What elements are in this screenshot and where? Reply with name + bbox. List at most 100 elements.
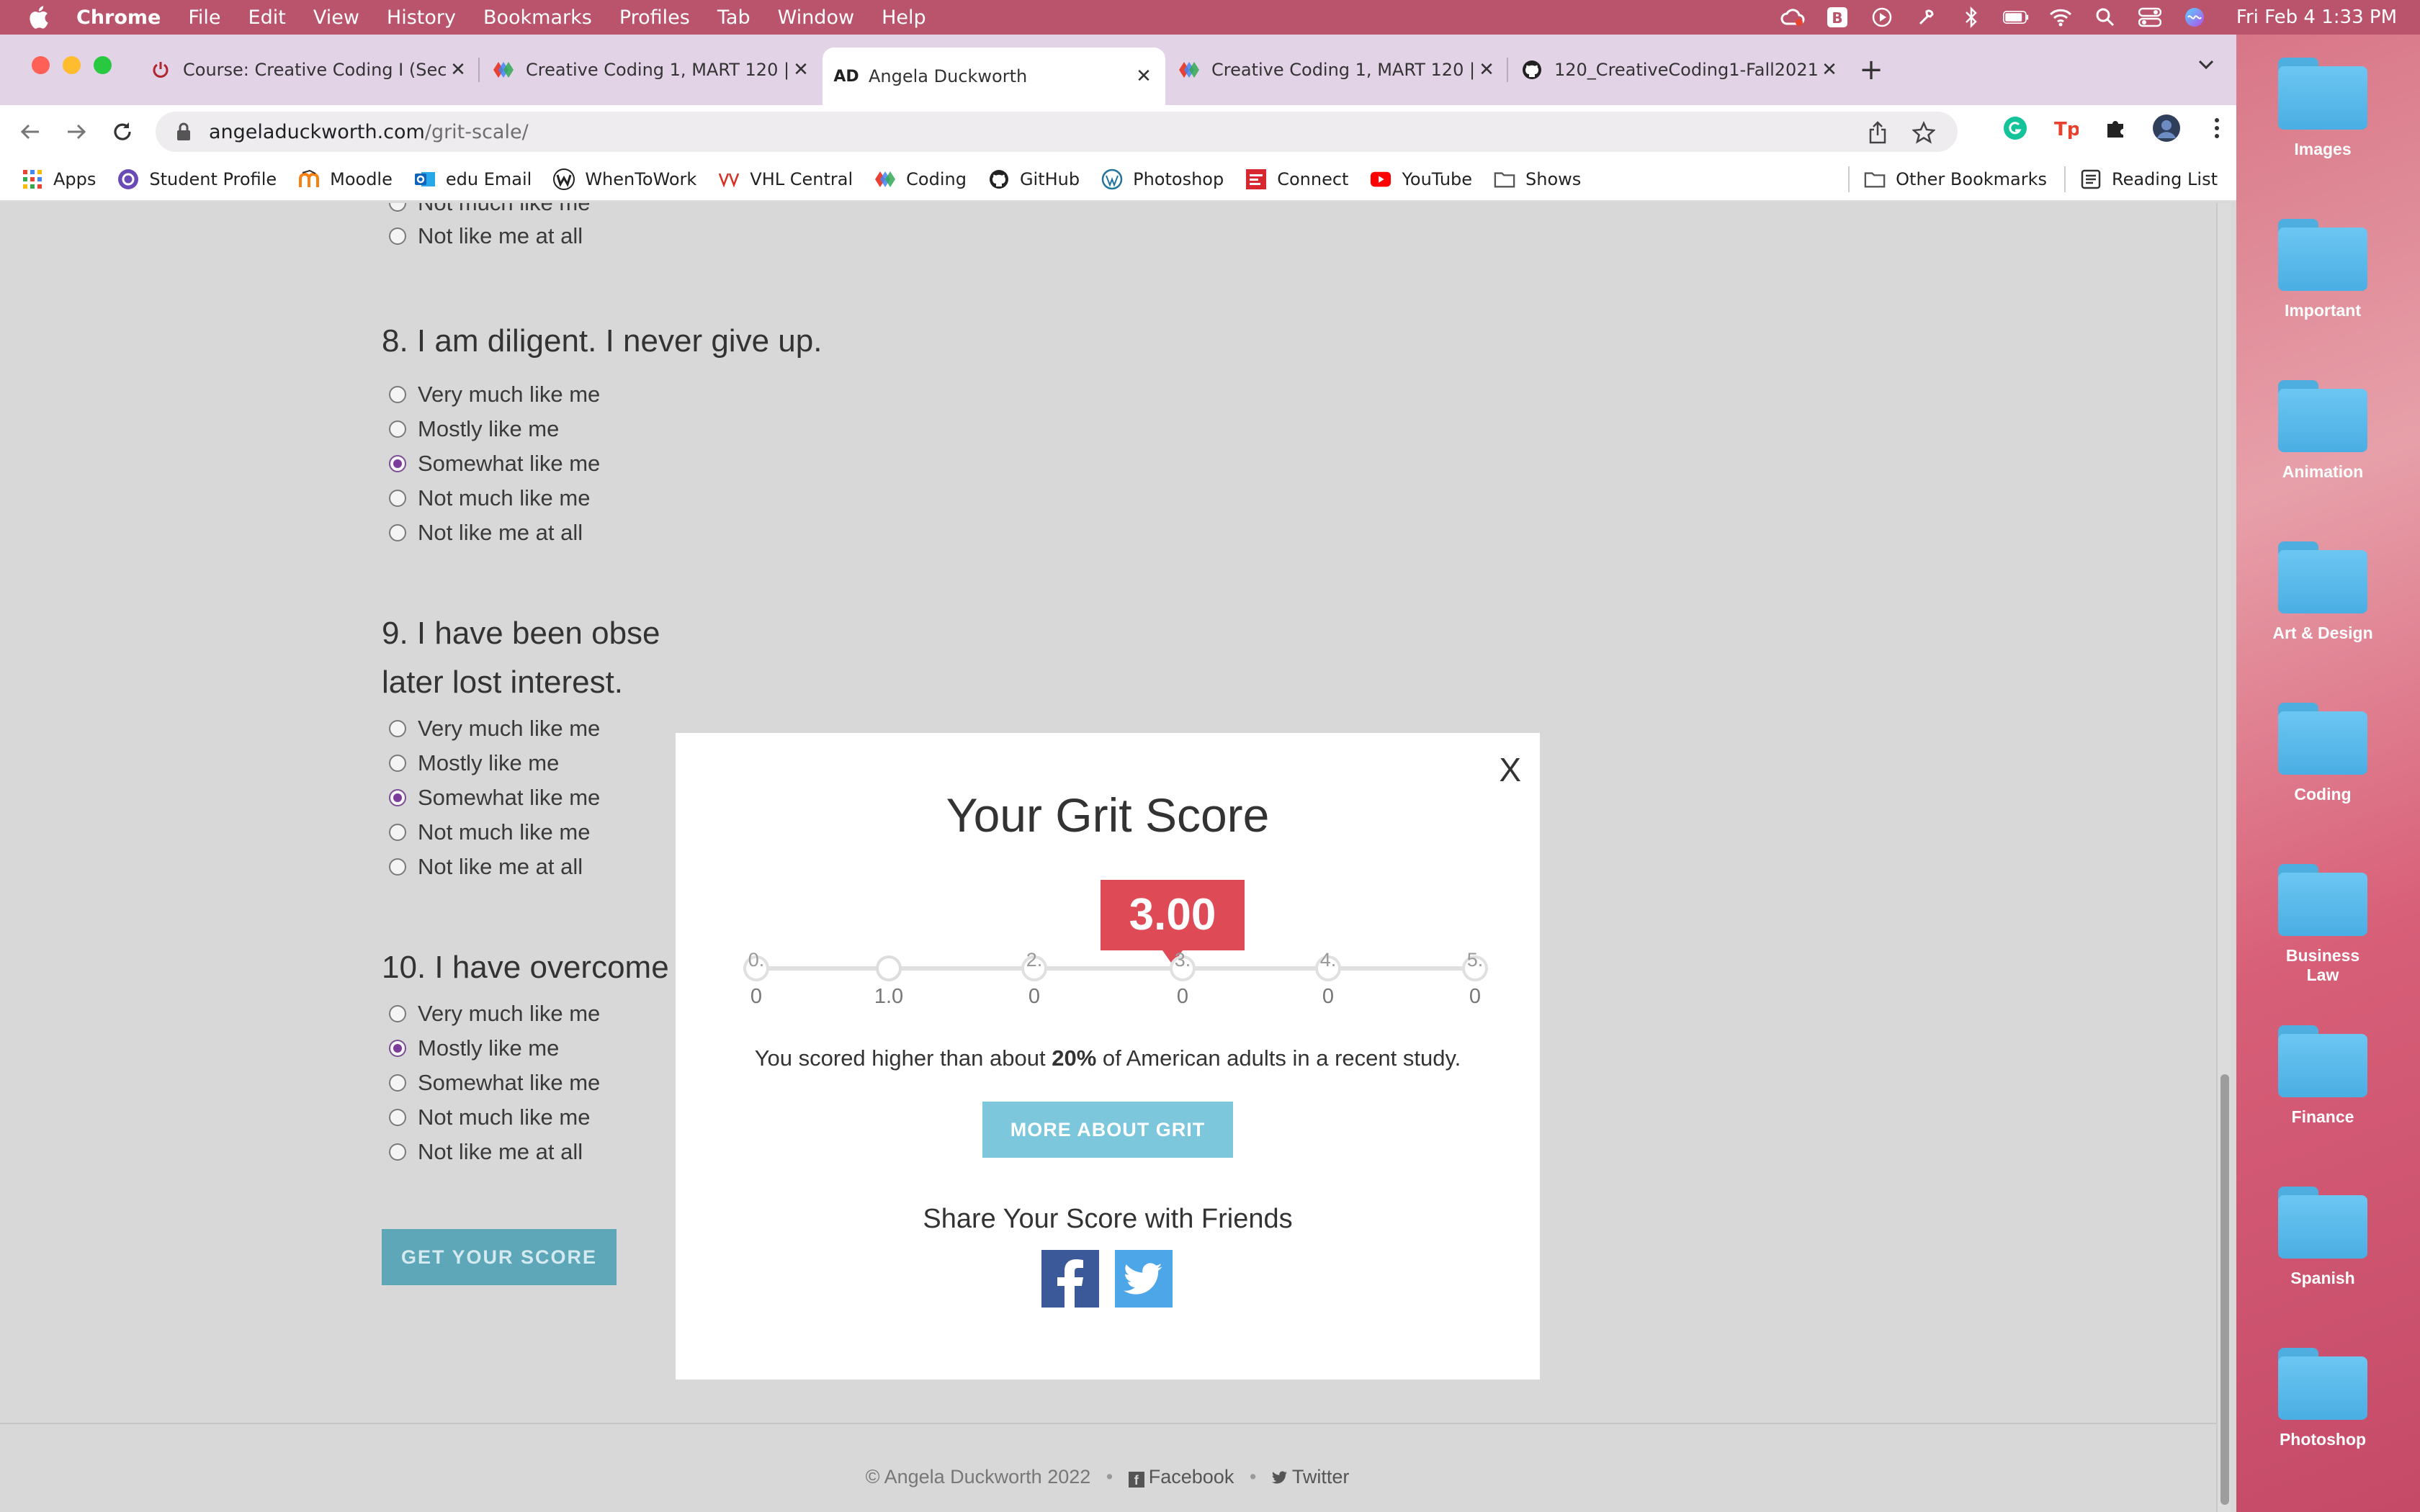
close-tab-icon[interactable]: ✕ <box>1478 59 1495 81</box>
option-q7-not-like-me-at-all[interactable]: Not like me at all <box>389 223 583 249</box>
menu-profiles[interactable]: Profiles <box>619 6 690 29</box>
radio-button[interactable] <box>389 228 406 245</box>
tp-extension-icon[interactable]: Tp <box>2051 114 2080 143</box>
bookmark-star-icon[interactable] <box>1912 120 1936 145</box>
bookmark-moodle[interactable]: Moodle <box>298 168 393 190</box>
twitter-share-button[interactable] <box>1115 1250 1173 1308</box>
close-tab-icon[interactable]: ✕ <box>1135 66 1152 87</box>
bookmark-photoshop[interactable]: Photoshop <box>1101 168 1224 190</box>
other-bookmarks[interactable]: Other Bookmarks <box>1864 168 2047 190</box>
zoom-window-button[interactable] <box>94 56 112 74</box>
desktop-folder-important[interactable]: Important <box>2269 219 2377 320</box>
bookmark-connect[interactable]: Connect <box>1245 168 1348 190</box>
radio-button-selected[interactable] <box>389 789 406 806</box>
radio-button[interactable] <box>389 1109 406 1126</box>
tab-search-chevron-icon[interactable] <box>2197 59 2215 73</box>
desktop-folder-images[interactable]: Images <box>2269 58 2377 159</box>
profile-avatar[interactable] <box>2152 114 2181 143</box>
close-tab-icon[interactable]: ✕ <box>1821 59 1838 81</box>
b-app-icon[interactable]: B <box>1824 6 1850 28</box>
menu-file[interactable]: File <box>188 6 220 29</box>
creative-cloud-icon[interactable] <box>1780 6 1806 28</box>
back-arrow-icon[interactable] <box>14 116 46 148</box>
play-icon[interactable] <box>1869 6 1895 28</box>
q8-option[interactable]: Not like me at all <box>389 520 583 546</box>
bookmark-coding[interactable]: Coding <box>874 168 967 190</box>
desktop-folder-business-law[interactable]: Business Law <box>2269 864 2377 985</box>
reload-icon[interactable] <box>107 116 138 148</box>
q8-option[interactable]: Not much like me <box>389 485 590 511</box>
menu-history[interactable]: History <box>387 6 456 29</box>
apple-menu-icon[interactable] <box>27 5 52 30</box>
q8-option[interactable]: Somewhat like me <box>389 451 600 477</box>
menu-view[interactable]: View <box>313 6 359 29</box>
bookmark-shows[interactable]: Shows <box>1494 168 1581 190</box>
grammarly-icon[interactable] <box>2001 114 2030 143</box>
q10-option[interactable]: Not like me at all <box>389 1139 583 1165</box>
tab-creative-coding-1[interactable]: Creative Coding 1, MART 120 | ✕ <box>480 48 823 92</box>
q9-option[interactable]: Not like me at all <box>389 854 583 880</box>
option-partial[interactable]: Not much like me <box>389 203 590 216</box>
share-icon[interactable] <box>1865 120 1890 145</box>
reading-list[interactable]: Reading List <box>2080 168 2218 190</box>
tools-icon[interactable] <box>1914 6 1940 28</box>
more-about-grit-button[interactable]: MORE ABOUT GRIT <box>982 1102 1233 1158</box>
radio-button[interactable] <box>389 524 406 541</box>
q10-option[interactable]: Somewhat like me <box>389 1070 600 1096</box>
q9-option[interactable]: Very much like me <box>389 716 600 742</box>
desktop-folder-animation[interactable]: Animation <box>2269 380 2377 482</box>
more-menu-icon[interactable] <box>2202 114 2231 143</box>
bookmark-youtube[interactable]: YouTube <box>1370 168 1472 190</box>
q9-option[interactable]: Not much like me <box>389 819 590 845</box>
bookmark-github[interactable]: GitHub <box>988 168 1080 190</box>
radio-button[interactable] <box>389 203 406 212</box>
close-window-button[interactable] <box>32 56 50 74</box>
address-bar[interactable]: angeladuckworth.com/grit-scale/ <box>156 112 1958 152</box>
menu-edit[interactable]: Edit <box>248 6 286 29</box>
minimize-window-button[interactable] <box>63 56 81 74</box>
get-your-score-button[interactable]: GET YOUR SCORE <box>382 1229 617 1285</box>
q10-option[interactable]: Very much like me <box>389 1001 600 1027</box>
q9-option[interactable]: Mostly like me <box>389 750 559 776</box>
desktop-folder-finance[interactable]: Finance <box>2269 1025 2377 1127</box>
bookmark-apps[interactable]: Apps <box>22 168 96 190</box>
radio-button[interactable] <box>389 420 406 438</box>
radio-button[interactable] <box>389 755 406 772</box>
wifi-icon[interactable] <box>2048 6 2074 28</box>
menu-clock[interactable]: Fri Feb 4 1:33 PM <box>2236 6 2397 28</box>
footer-twitter-link[interactable]: Twitter <box>1271 1466 1349 1488</box>
bookmark-edu-email[interactable]: edu Email <box>414 168 532 190</box>
desktop-folder-art-design[interactable]: Art & Design <box>2269 541 2377 643</box>
facebook-share-button[interactable] <box>1041 1250 1099 1308</box>
lock-icon[interactable] <box>176 122 193 141</box>
radio-button[interactable] <box>389 824 406 841</box>
radio-button[interactable] <box>389 490 406 507</box>
scrollbar-thumb[interactable] <box>2220 1074 2229 1505</box>
q9-option[interactable]: Somewhat like me <box>389 785 600 811</box>
bookmark-whentowork[interactable]: WhenToWork <box>553 168 696 190</box>
tab-angela-duckworth[interactable]: AD Angela Duckworth ✕ <box>823 48 1165 105</box>
close-modal-button[interactable]: X <box>1499 750 1521 789</box>
control-center-icon[interactable] <box>2137 6 2163 28</box>
q10-option[interactable]: Mostly like me <box>389 1035 559 1061</box>
radio-button[interactable] <box>389 1005 406 1022</box>
extensions-puzzle-icon[interactable] <box>2102 114 2130 143</box>
q10-option[interactable]: Not much like me <box>389 1104 590 1130</box>
bookmark-student-profile[interactable]: Student Profile <box>117 168 277 190</box>
desktop-folder-photoshop[interactable]: Photoshop <box>2269 1348 2377 1449</box>
forward-arrow-icon[interactable] <box>60 116 92 148</box>
tab-creative-coding-1-b[interactable]: Creative Coding 1, MART 120 | ✕ <box>1165 48 1508 92</box>
footer-facebook-link[interactable]: f Facebook <box>1128 1466 1234 1488</box>
battery-icon[interactable] <box>2002 6 2029 28</box>
close-tab-icon[interactable]: ✕ <box>449 59 467 81</box>
tab-course-creative-coding[interactable]: Course: Creative Coding I (Sec ✕ <box>137 48 480 92</box>
radio-button[interactable] <box>389 1074 406 1092</box>
radio-button-selected[interactable] <box>389 455 406 472</box>
menu-app-name[interactable]: Chrome <box>76 6 161 29</box>
page-scrollbar[interactable] <box>2216 203 2231 1512</box>
q8-option[interactable]: Very much like me <box>389 382 600 408</box>
desktop-folder-coding[interactable]: Coding <box>2269 703 2377 804</box>
radio-button[interactable] <box>389 386 406 403</box>
q8-option[interactable]: Mostly like me <box>389 416 559 442</box>
radio-button-selected[interactable] <box>389 1040 406 1057</box>
